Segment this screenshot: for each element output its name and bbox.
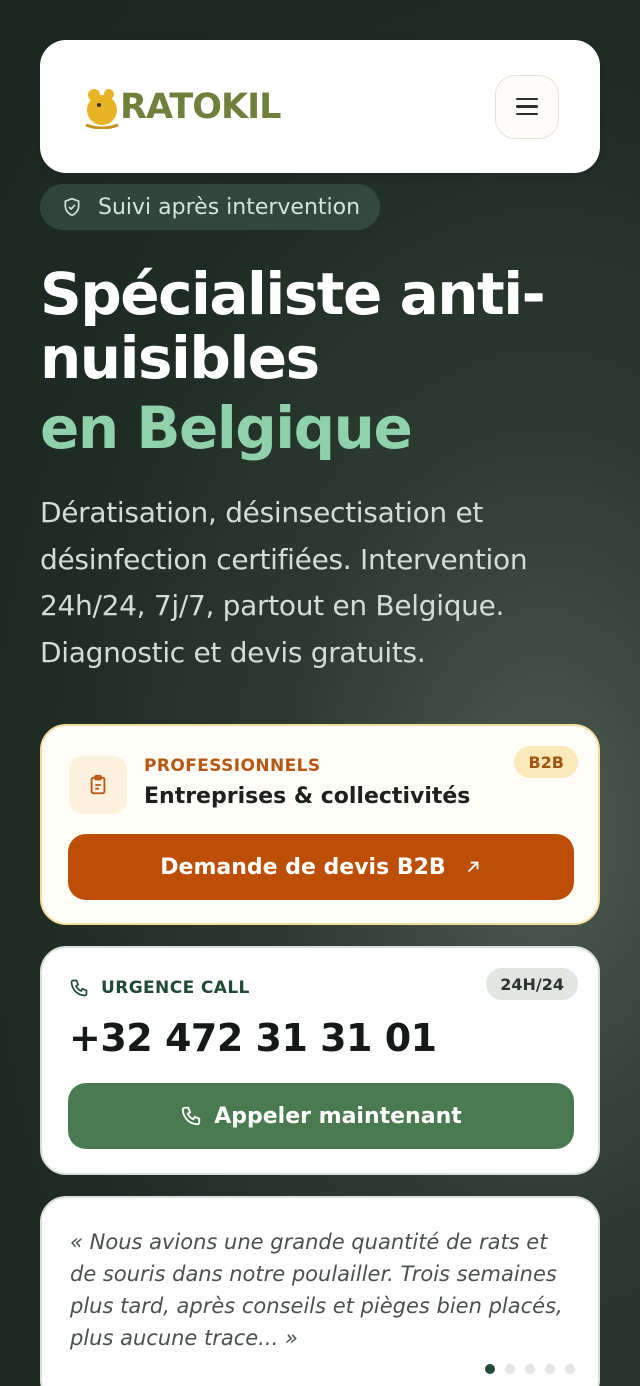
logo-text: RATOKIL [120, 86, 281, 127]
badge-text: Suivi après intervention [98, 194, 361, 220]
site-header: RATOKIL [40, 40, 600, 173]
call-label: URGENCE CALL [69, 978, 250, 998]
follow-up-badge: Suivi après intervention [40, 184, 381, 230]
carousel-dot[interactable] [565, 1364, 575, 1374]
carousel-dot[interactable] [525, 1364, 535, 1374]
hero-title-accent: en Belgique [40, 394, 413, 462]
b2b-label: PROFESSIONNELS [144, 756, 321, 776]
b2b-pill: B2B [514, 746, 578, 778]
carousel-dot[interactable] [505, 1364, 515, 1374]
hero-subtitle: Dératisation, désinsectisation et désinf… [40, 496, 528, 669]
call-label-text: URGENCE CALL [101, 978, 250, 998]
hamburger-menu-icon [516, 97, 538, 101]
call-now-button[interactable]: Appeler maintenant [68, 1083, 574, 1149]
call-now-button-label: Appeler maintenant [214, 1103, 462, 1129]
menu-button[interactable] [495, 74, 559, 139]
emergency-call-card: URGENCE CALL 24H/24 +32 472 31 31 01 App… [40, 946, 600, 1175]
phone-icon [70, 979, 88, 997]
arrow-up-right-icon [467, 861, 479, 873]
carousel-dot[interactable] [545, 1364, 555, 1374]
hero-title: Spécialiste anti- nuisibles en Belgique [40, 262, 620, 460]
b2b-card: PROFESSIONNELS Entreprises & collectivit… [40, 724, 600, 925]
b2b-quote-button-label: Demande de devis B2B [160, 854, 446, 880]
phone-number[interactable]: +32 472 31 31 01 [69, 1016, 437, 1060]
rat-mascot-icon [85, 88, 119, 129]
phone-icon [182, 1106, 201, 1126]
carousel-dot[interactable] [485, 1364, 495, 1374]
b2b-icon-box [69, 756, 127, 814]
availability-pill: 24H/24 [486, 968, 578, 1000]
hero-title-line1: Spécialiste anti- [40, 260, 546, 328]
testimonial-card: « Nous avions une grande quantité de rat… [40, 1196, 600, 1386]
b2b-title: Entreprises & collectivités [144, 784, 471, 809]
logo[interactable]: RATOKIL [82, 85, 281, 129]
shield-check-icon [64, 197, 80, 217]
clipboard-icon [90, 774, 106, 795]
carousel-dots [485, 1364, 575, 1374]
b2b-quote-button[interactable]: Demande de devis B2B [68, 834, 574, 900]
testimonial-quote: « Nous avions une grande quantité de rat… [70, 1230, 563, 1350]
hero-title-line2: nuisibles [40, 324, 320, 392]
